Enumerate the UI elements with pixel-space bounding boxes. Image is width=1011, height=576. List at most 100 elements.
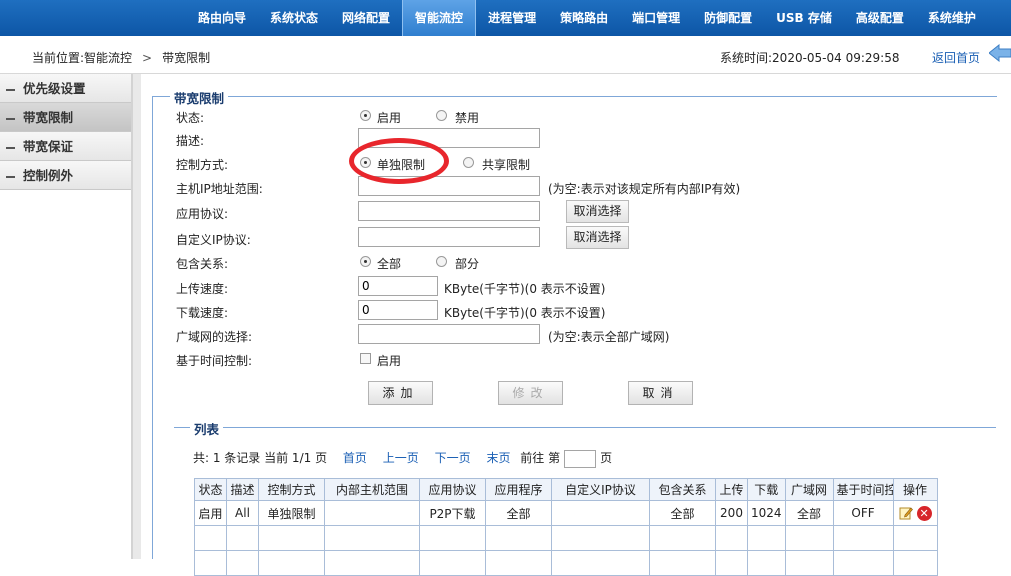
list-legend: 列表	[190, 419, 224, 438]
nav-item[interactable]: 策略路由	[548, 0, 620, 36]
sidebar-dash-icon	[6, 146, 15, 149]
next-page-link[interactable]: 下一页	[435, 451, 471, 465]
column-header: 操作	[892, 478, 938, 501]
column-header: 自定义IP协议	[551, 478, 650, 501]
status-disable-radio[interactable]	[436, 110, 447, 121]
nav-item[interactable]: 网络配置	[330, 0, 402, 36]
sidebar-item[interactable]: 带宽限制	[0, 103, 131, 132]
nav-item[interactable]: 智能流控	[402, 0, 477, 36]
description-label: 描述:	[176, 134, 205, 148]
upload-speed-label: 上传速度:	[176, 282, 229, 296]
modify-button[interactable]: 修改	[498, 381, 563, 405]
prev-page-link[interactable]: 上一页	[383, 451, 419, 465]
empty-cell	[419, 525, 486, 551]
sidebar-item[interactable]: 优先级设置	[0, 74, 131, 103]
delete-icon[interactable]: ✕	[916, 505, 932, 521]
empty-cell	[784, 550, 834, 576]
table-cell: 全部	[784, 500, 834, 526]
sidebar-item-label: 带宽限制	[23, 110, 74, 125]
breadcrumb-separator: >	[142, 51, 153, 65]
mode-individual-radio[interactable]	[360, 157, 371, 168]
goto-page-input[interactable]	[564, 449, 597, 468]
breadcrumb-prefix: 当前位置:智能流控	[32, 51, 133, 65]
app-protocol-input[interactable]	[358, 201, 540, 221]
nav-item[interactable]: USB 存储	[764, 0, 844, 36]
nav-item[interactable]: 端口管理	[620, 0, 692, 36]
empty-cell	[258, 550, 325, 576]
empty-cell	[485, 525, 552, 551]
nav-item[interactable]: 路由向导	[186, 0, 258, 36]
back-arrow-icon[interactable]	[989, 44, 1011, 62]
download-speed-input[interactable]	[358, 300, 438, 320]
inclusion-row: 包含关系: 全部 部分	[176, 251, 976, 273]
upload-speed-hint: KByte(千字节)(0 表示不设置)	[444, 282, 606, 296]
add-button[interactable]: 添加	[368, 381, 433, 405]
mode-shared-label: 共享限制	[482, 158, 531, 172]
table-row[interactable]: 启用 All 单独限制 P2P下载 全部 全部 200 1024 全部 OFF ✕	[194, 500, 938, 526]
goto-suffix: 页	[600, 451, 613, 465]
custom-ip-protocol-clear-button[interactable]: 取消选择	[566, 226, 629, 249]
empty-cell	[715, 550, 748, 576]
download-speed-hint: KByte(千字节)(0 表示不设置)	[444, 306, 606, 320]
empty-cell	[832, 525, 894, 551]
column-header: 控制方式	[258, 478, 325, 501]
download-speed-row: 下载速度: KByte(千字节)(0 表示不设置)	[176, 300, 976, 322]
system-time: 系统时间:2020-05-04 09:29:58	[720, 51, 900, 65]
nav-item[interactable]: 防御配置	[692, 0, 764, 36]
sidebar-item-label: 带宽保证	[23, 139, 74, 154]
status-enable-label: 启用	[377, 111, 402, 125]
empty-cell	[747, 550, 786, 576]
upload-speed-input[interactable]	[358, 276, 438, 296]
cancel-button[interactable]: 取消	[628, 381, 693, 405]
upload-speed-row: 上传速度: KByte(千字节)(0 表示不设置)	[176, 276, 976, 298]
app-protocol-label: 应用协议:	[176, 207, 229, 221]
inclusion-all-radio[interactable]	[360, 256, 371, 267]
wan-input[interactable]	[358, 324, 540, 344]
mode-individual-label: 单独限制	[377, 158, 426, 172]
nav-item[interactable]: 高级配置	[844, 0, 916, 36]
host-ip-input[interactable]	[358, 176, 540, 196]
sidebar-item[interactable]: 控制例外	[0, 161, 131, 190]
empty-cell	[258, 525, 325, 551]
breadcrumb-current: 带宽限制	[162, 51, 211, 65]
column-header: 广域网	[784, 478, 834, 501]
empty-cell	[324, 525, 420, 551]
empty-cell	[784, 525, 834, 551]
fieldset-border-top	[152, 96, 997, 97]
status-enable-radio[interactable]	[360, 110, 371, 121]
table-cell: 启用	[194, 500, 227, 526]
actions-cell: ✕	[892, 500, 938, 526]
list-fieldset-border-top	[174, 427, 996, 428]
sidebar-item-label: 控制例外	[23, 168, 74, 183]
table-cell: All	[226, 500, 259, 526]
inclusion-partial-radio[interactable]	[436, 256, 447, 267]
empty-cell	[324, 550, 420, 576]
wan-hint: (为空:表示全部广域网)	[548, 330, 670, 344]
edit-icon[interactable]	[899, 506, 913, 520]
breadcrumb: 当前位置:智能流控 > 带宽限制	[32, 49, 210, 66]
download-speed-label: 下载速度:	[176, 306, 229, 320]
nav-item[interactable]: 进程管理	[476, 0, 548, 36]
custom-ip-protocol-input[interactable]	[358, 227, 540, 247]
mode-shared-radio[interactable]	[463, 157, 474, 168]
host-ip-row: 主机IP地址范围: (为空:表示对该规定所有内部IP有效)	[176, 176, 976, 198]
back-home-link[interactable]: 返回首页	[932, 49, 980, 66]
empty-cell	[649, 550, 716, 576]
sidebar-scrollbar[interactable]	[133, 74, 141, 559]
description-input[interactable]	[358, 128, 540, 148]
empty-cell	[892, 550, 938, 576]
rules-table: 状态 描述 控制方式 内部主机范围 应用协议 应用程序 自定义IP协议 包含关系 上传 下载 广域网…	[194, 478, 938, 576]
time-control-checkbox[interactable]	[360, 353, 371, 364]
last-page-link[interactable]: 末页	[486, 451, 510, 465]
app-protocol-clear-button[interactable]: 取消选择	[566, 200, 629, 223]
sidebar-item-label: 优先级设置	[23, 81, 86, 96]
top-nav-bar: 路由向导 系统状态 网络配置 智能流控 进程管理 策略路由 端口管理 防御配置 USB 存储 高级…	[0, 0, 1011, 36]
column-header: 包含关系	[649, 478, 716, 501]
nav-item[interactable]: 系统维护	[916, 0, 988, 36]
empty-cell	[226, 525, 259, 551]
nav-item[interactable]: 系统状态	[258, 0, 330, 36]
first-page-link[interactable]: 首页	[343, 451, 367, 465]
sidebar-item[interactable]: 带宽保证	[0, 132, 131, 161]
table-cell	[551, 500, 650, 526]
column-header: 描述	[226, 478, 259, 501]
